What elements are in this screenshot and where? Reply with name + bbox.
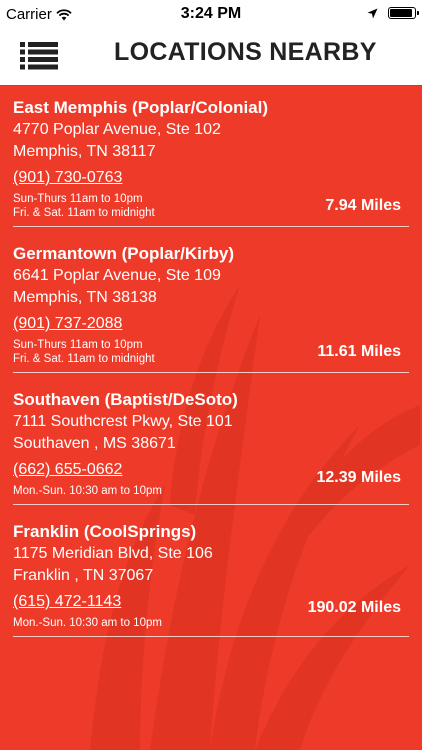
location-address-line2: Memphis, TN 38138	[13, 289, 157, 306]
location-hours-line1: Mon.-Sun. 10:30 am to 10pm	[13, 617, 162, 629]
location-arrow-icon	[367, 8, 378, 18]
page-title: LOCATIONS NEARBY	[114, 38, 377, 66]
location-phone-link[interactable]: (901) 730-0763	[13, 167, 122, 189]
location-address-line2: Franklin , TN 37067	[13, 567, 154, 584]
location-name: East Memphis (Poplar/Colonial)	[13, 98, 269, 117]
location-address-line2: Southaven , MS 38671	[13, 435, 176, 452]
location-item[interactable]: East Memphis (Poplar/Colonial) 4770 Popl…	[13, 85, 409, 227]
status-bar: Carrier 3:24 PM	[0, 0, 422, 29]
locations-content[interactable]: East Memphis (Poplar/Colonial) 4770 Popl…	[0, 85, 422, 750]
location-item[interactable]: Franklin (CoolSprings) 1175 Meridian Blv…	[13, 509, 409, 637]
location-hours: Mon.-Sun. 10:30 am to 10pm	[13, 616, 409, 630]
location-address-line1: 4770 Poplar Avenue, Ste 102	[13, 121, 221, 138]
location-distance: 11.61 Miles	[317, 343, 401, 360]
location-address-line2: Memphis, TN 38117	[13, 143, 156, 160]
location-phone-link[interactable]: (901) 737-2088	[13, 313, 122, 335]
location-address-line1: 7111 Southcrest Pkwy, Ste 101	[13, 413, 233, 430]
location-distance: 12.39 Miles	[316, 469, 402, 486]
battery-icon	[388, 7, 419, 19]
location-name: Franklin (CoolSprings)	[13, 522, 197, 541]
location-distance: 190.02 Miles	[307, 599, 401, 616]
location-name: Germantown (Poplar/Kirby)	[13, 244, 235, 263]
location-name: Southaven (Baptist/DeSoto)	[13, 390, 238, 409]
location-item[interactable]: Germantown (Poplar/Kirby) 6641 Poplar Av…	[13, 231, 409, 373]
location-address-line1: 1175 Meridian Blvd, Ste 106	[13, 545, 213, 562]
location-phone-link[interactable]: (615) 472-1143	[13, 591, 121, 613]
location-item[interactable]: Southaven (Baptist/DeSoto) 7111 Southcre…	[13, 377, 409, 505]
clock: 3:24 PM	[180, 5, 242, 22]
menu-icon[interactable]	[20, 42, 58, 70]
location-distance: 7.94 Miles	[325, 197, 401, 214]
location-phone-link[interactable]: (662) 655-0662	[13, 459, 122, 481]
navigation-header: LOCATIONS NEARBY	[0, 29, 422, 85]
location-list: East Memphis (Poplar/Colonial) 4770 Popl…	[0, 85, 422, 637]
location-address-line1: 6641 Poplar Avenue, Ste 109	[13, 267, 221, 284]
